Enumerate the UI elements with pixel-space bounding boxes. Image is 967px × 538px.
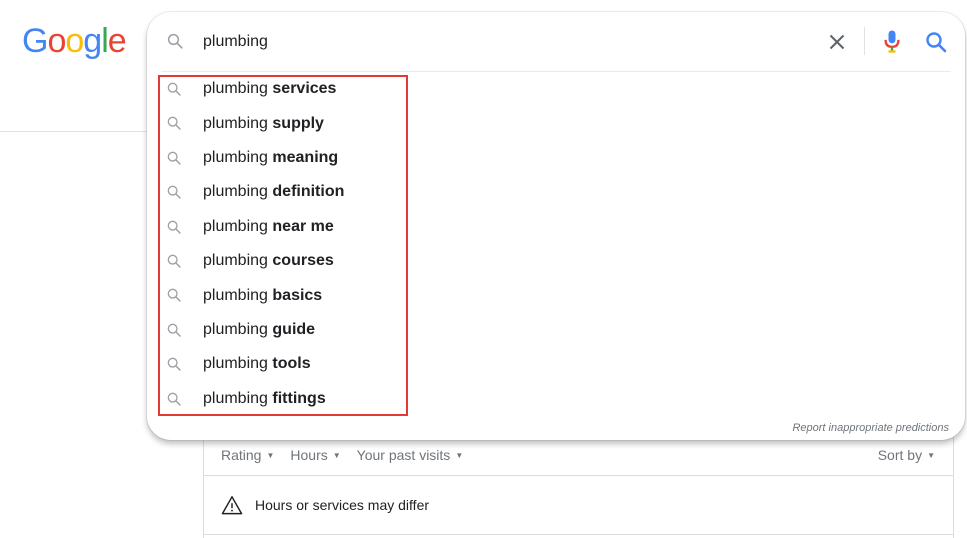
suggestion-completion: tools	[272, 355, 311, 373]
notice-text: Hours or services may differ	[255, 497, 430, 513]
search-icon	[167, 151, 181, 165]
suggestion-text: plumbing guide	[203, 321, 315, 339]
suggestion-prefix: plumbing	[203, 389, 268, 407]
suggestion-prefix: plumbing	[203, 286, 268, 304]
search-input[interactable]	[203, 30, 803, 54]
caret-down-icon: ▼	[266, 450, 275, 460]
suggestion-prefix: plumbing	[203, 252, 268, 270]
search-icon	[167, 254, 181, 268]
suggestion-text: plumbing basics	[203, 287, 322, 305]
filter-rating[interactable]: Rating ▼	[221, 447, 274, 463]
suggestion-completion: guide	[272, 320, 316, 338]
suggestion-prefix: plumbing	[203, 80, 268, 98]
suggestion-text: plumbing fittings	[203, 390, 326, 408]
google-logo[interactable]: Google	[22, 22, 127, 61]
search-icon	[167, 392, 181, 406]
caret-down-icon: ▼	[455, 450, 464, 460]
suggestion-text: plumbing definition	[203, 183, 344, 201]
search-icon	[167, 185, 181, 199]
suggestion-item[interactable]: plumbing basics	[147, 278, 965, 312]
suggestion-completion: courses	[272, 252, 334, 270]
filter-label: Your past visits	[356, 447, 451, 463]
search-separator	[864, 27, 865, 55]
suggestion-item[interactable]: plumbing definition	[147, 175, 965, 209]
suggestion-item[interactable]: plumbing courses	[147, 244, 965, 278]
suggestion-prefix: plumbing	[203, 217, 268, 235]
suggestion-text: plumbing supply	[203, 115, 324, 133]
sort-by-dropdown[interactable]: Sort by ▼	[878, 447, 935, 463]
filter-hours[interactable]: Hours ▼	[290, 447, 340, 463]
search-icon	[167, 220, 181, 234]
filter-label: Hours	[290, 447, 328, 463]
search-icon	[167, 117, 181, 131]
search-icon	[167, 289, 181, 303]
suggestion-item[interactable]: plumbing guide	[147, 313, 965, 347]
hours-notice: Hours or services may differ	[204, 476, 953, 535]
suggestion-prefix: plumbing	[203, 148, 268, 166]
suggestion-prefix: plumbing	[203, 114, 268, 132]
suggestion-item[interactable]: plumbing near me	[147, 210, 965, 244]
search-icon	[167, 82, 181, 96]
suggestion-text: plumbing meaning	[203, 149, 338, 167]
suggestion-item[interactable]: plumbing fittings	[147, 382, 965, 416]
search-icon[interactable]	[924, 30, 948, 54]
caret-down-icon: ▼	[927, 450, 935, 460]
search-icon	[167, 33, 183, 49]
suggestion-completion: supply	[272, 114, 324, 132]
suggestion-completion: meaning	[272, 148, 339, 166]
filter-past-visits[interactable]: Your past visits ▼	[357, 447, 464, 463]
suggestion-completion: near me	[272, 217, 334, 235]
logo-letter: o	[47, 22, 66, 60]
suggestion-prefix: plumbing	[203, 320, 268, 338]
suggestion-item[interactable]: plumbing services	[147, 72, 965, 106]
close-icon[interactable]	[825, 30, 849, 54]
suggestion-text: plumbing services	[203, 80, 336, 98]
logo-letter: G	[22, 22, 48, 60]
filter-label: Rating	[221, 447, 262, 463]
search-bar	[147, 12, 965, 70]
suggestion-completion: fittings	[272, 389, 326, 407]
suggestion-text: plumbing tools	[203, 355, 311, 373]
search-dropdown: plumbing services plumbing supply plumbi…	[147, 12, 965, 440]
suggestion-completion: basics	[272, 286, 323, 304]
suggestion-prefix: plumbing	[203, 355, 268, 373]
logo-letter: o	[65, 22, 84, 60]
suggestion-prefix: plumbing	[203, 183, 268, 201]
logo-letter: e	[107, 22, 127, 60]
header-divider	[0, 131, 148, 132]
suggestion-text: plumbing courses	[203, 252, 334, 270]
search-icon	[167, 357, 181, 371]
suggestion-completion: services	[272, 80, 337, 98]
report-predictions-link[interactable]: Report inappropriate predictions	[792, 422, 949, 434]
suggestion-text: plumbing near me	[203, 218, 334, 236]
microphone-icon[interactable]	[878, 27, 906, 55]
warning-icon	[221, 496, 243, 515]
search-icon	[167, 323, 181, 337]
logo-letter: g	[83, 22, 102, 60]
suggestion-completion: definition	[272, 183, 345, 201]
suggestion-item[interactable]: plumbing meaning	[147, 141, 965, 175]
suggestion-item[interactable]: plumbing tools	[147, 347, 965, 381]
sort-by-label: Sort by	[877, 447, 923, 463]
filter-bar: Rating ▼ Hours ▼ Your past visits ▼ Sort…	[204, 435, 953, 476]
suggestion-list: plumbing services plumbing supply plumbi…	[147, 72, 965, 416]
caret-down-icon: ▼	[332, 450, 341, 460]
suggestion-item[interactable]: plumbing supply	[147, 106, 965, 140]
